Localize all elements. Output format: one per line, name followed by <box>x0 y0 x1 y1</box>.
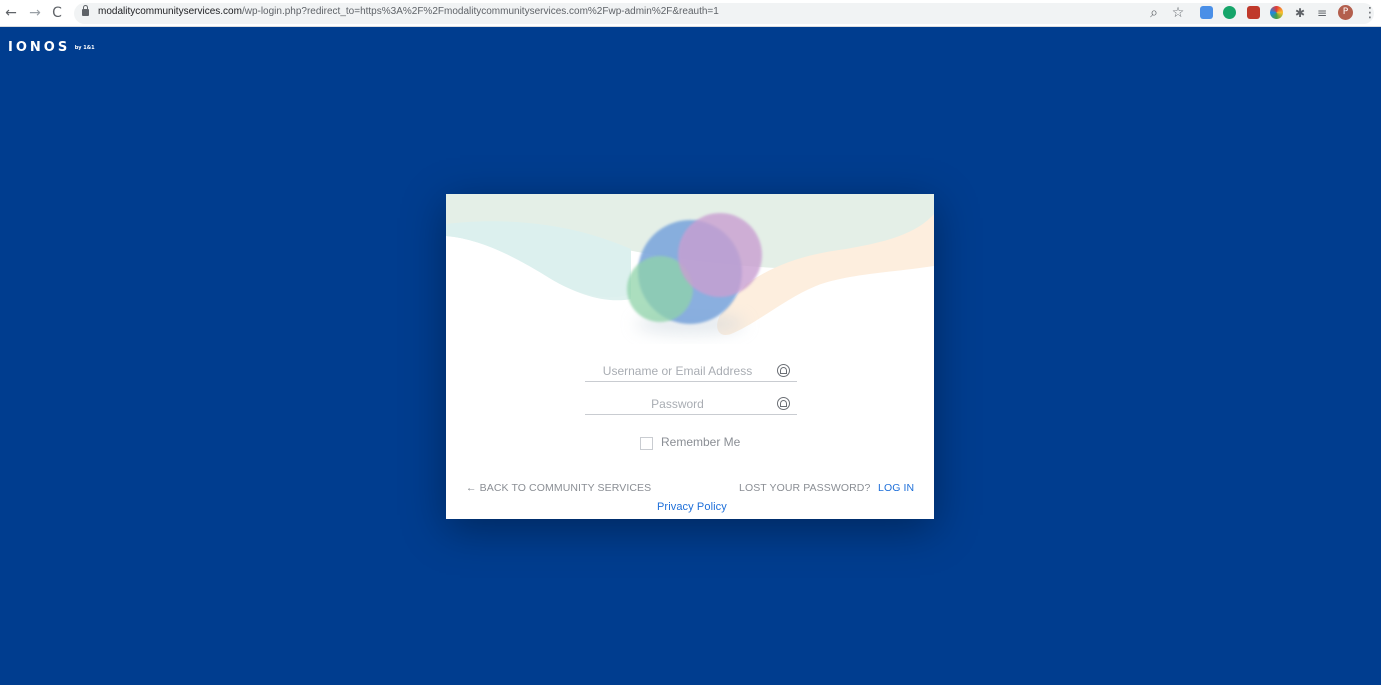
lock-icon[interactable] <box>82 5 89 16</box>
back-to-site-link[interactable]: ← BACK TO COMMUNITY SERVICES <box>466 482 651 494</box>
login-card: Remember Me ← BACK TO COMMUNITY SERVICES… <box>446 194 934 519</box>
username-input[interactable] <box>585 361 770 381</box>
password-fingerprint-icon[interactable] <box>777 397 790 410</box>
password-input[interactable] <box>585 394 770 414</box>
browser-menu-icon[interactable]: ⋮ <box>1361 4 1379 22</box>
username-field[interactable] <box>585 361 797 382</box>
forward-arrow-icon[interactable]: → <box>26 4 44 22</box>
logo-sub: by 1&1 <box>74 44 95 51</box>
hero-illustration <box>446 194 934 344</box>
ionos-logo[interactable]: IONOS by 1&1 <box>8 40 95 55</box>
remember-me-label[interactable]: Remember Me <box>661 435 740 449</box>
profile-avatar[interactable]: P <box>1338 5 1353 20</box>
reading-list-icon[interactable]: ≡ <box>1313 4 1331 22</box>
login-button[interactable]: LOG IN <box>878 482 914 494</box>
privacy-policy-link[interactable]: Privacy Policy <box>657 501 727 513</box>
zoom-icon[interactable]: ⌕ <box>1145 4 1163 22</box>
extension-docs-icon[interactable] <box>1200 6 1213 19</box>
extension-badge-icon[interactable] <box>1247 6 1260 19</box>
puzzle-extensions-icon[interactable]: ✱ <box>1291 4 1309 22</box>
remember-me-checkbox[interactable] <box>640 437 653 450</box>
hero-purple-circle <box>678 213 762 297</box>
browser-toolbar: ← → C modalitycommunityservices.com/wp-l… <box>0 0 1381 27</box>
logo-main: IONOS <box>8 40 71 55</box>
reload-icon[interactable]: C <box>48 4 66 22</box>
extension-color-icon[interactable] <box>1270 6 1283 19</box>
back-arrow-icon[interactable]: ← <box>2 4 20 22</box>
extension-grammarly-icon[interactable] <box>1223 6 1236 19</box>
password-field[interactable] <box>585 394 797 415</box>
url-text[interactable]: modalitycommunityservices.com/wp-login.p… <box>98 6 719 17</box>
lost-password-link[interactable]: LOST YOUR PASSWORD? <box>739 482 870 494</box>
url-host: modalitycommunityservices.com <box>98 6 242 17</box>
bookmark-star-icon[interactable]: ☆ <box>1169 4 1187 22</box>
username-fingerprint-icon[interactable] <box>777 364 790 377</box>
url-path: /wp-login.php?redirect_to=https%3A%2F%2F… <box>241 6 719 17</box>
